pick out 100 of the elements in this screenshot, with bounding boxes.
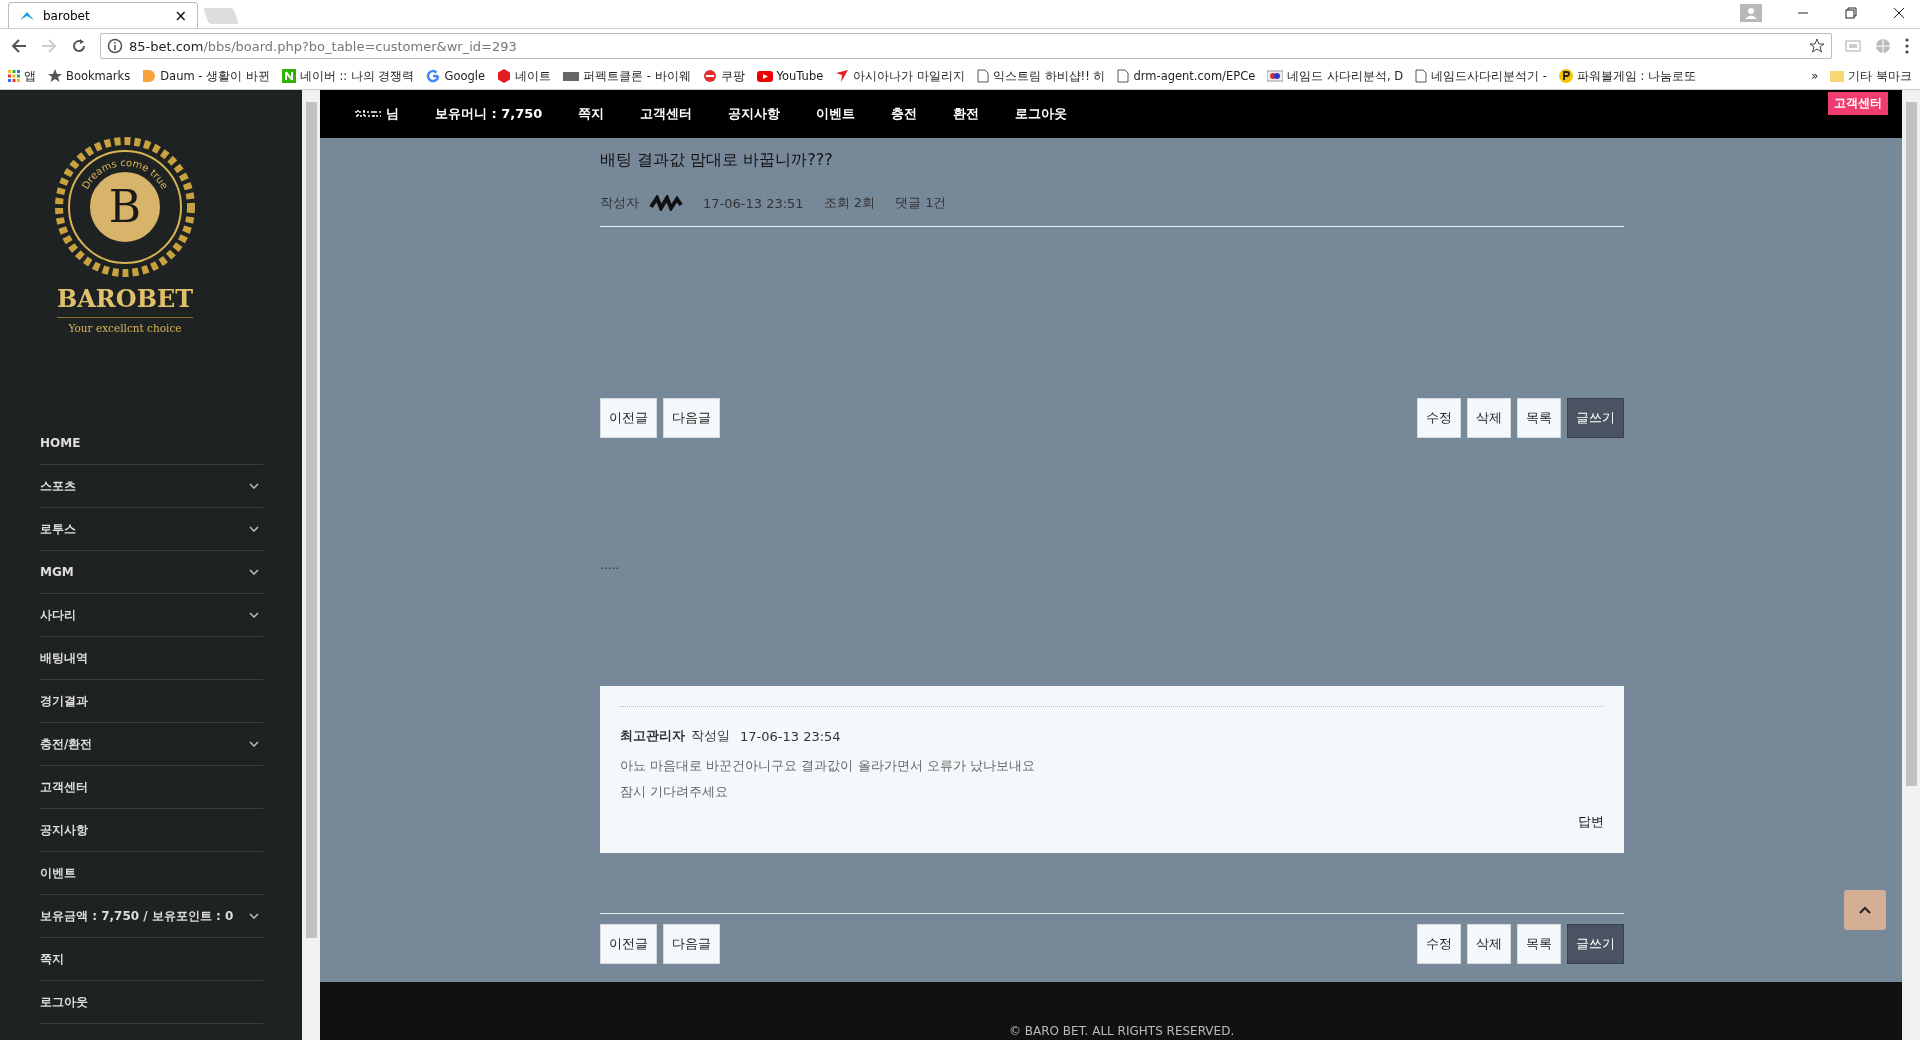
sidebar-item[interactable]: 사다리 xyxy=(40,594,263,637)
sidebar-item[interactable]: MGM xyxy=(40,551,263,594)
scroll-top-button[interactable] xyxy=(1844,890,1886,930)
nav-link[interactable]: 환전 xyxy=(953,105,980,124)
restore-icon[interactable] xyxy=(1844,6,1858,20)
flag-icon xyxy=(1267,70,1284,82)
comment-count: 댓글 1건 xyxy=(895,194,947,213)
cast-icon[interactable] xyxy=(1844,37,1862,55)
sidebar-item[interactable]: 경기결과 xyxy=(40,680,263,723)
post-date: 17-06-13 23:51 xyxy=(703,195,804,211)
bookmark[interactable]: 네이트 xyxy=(497,68,552,84)
apps-grid-icon xyxy=(8,70,20,82)
sidebar-item[interactable]: 배팅내역 xyxy=(40,637,263,680)
more-bookmarks-button[interactable]: » xyxy=(1811,69,1819,83)
bookmark[interactable]: 익스트림 하비샵!! 히 xyxy=(976,68,1106,84)
wing-icon xyxy=(835,69,850,83)
action-button[interactable]: 목록 xyxy=(1517,924,1561,965)
star-icon[interactable] xyxy=(1809,38,1825,54)
comment-author: 최고관리자 xyxy=(620,727,685,746)
action-button[interactable]: 수정 xyxy=(1417,924,1461,965)
bookmark[interactable]: 앱 xyxy=(8,68,36,84)
p-coin-icon xyxy=(1558,69,1573,83)
copyright-text: © BARO BET. ALL RIGHTS RESERVED. xyxy=(1009,1024,1235,1038)
bookmark[interactable]: YouTube xyxy=(756,69,824,83)
back-icon[interactable] xyxy=(10,37,28,55)
google-g-icon xyxy=(426,69,441,83)
sidebar-item[interactable]: 충전/환전 xyxy=(40,723,263,766)
play-icon xyxy=(756,70,773,82)
bookmark[interactable]: Google xyxy=(426,69,486,83)
reply-link[interactable]: 답변 xyxy=(1578,813,1604,832)
nav-link[interactable]: 공지사항 xyxy=(728,105,781,124)
comment-text: 잠시 기다려주세요 xyxy=(620,783,730,802)
user-suffix: 님 xyxy=(386,105,399,124)
nav-button[interactable]: 다음글 xyxy=(663,398,720,439)
page-icon xyxy=(1117,69,1130,83)
n-square-icon xyxy=(281,69,296,83)
star-icon xyxy=(48,69,62,83)
comment-text: 아뇨 마음대로 바꾼건아니구요 결과값이 올라가면서 오류가 났나보내요 xyxy=(620,757,1036,776)
bookmark[interactable]: 네임드사다리분석기 - xyxy=(1415,68,1547,84)
nav-button[interactable]: 이전글 xyxy=(600,398,657,439)
redaction-mark xyxy=(649,195,683,212)
nav-button[interactable]: 이전글 xyxy=(600,924,657,965)
other-bookmarks-folder[interactable]: 기타 북마크 xyxy=(1830,68,1912,84)
nav-link[interactable]: 쪽지 xyxy=(578,105,605,124)
logo-wordmark: BAROBET xyxy=(56,284,194,318)
bookmark[interactable]: 네임드 사다리분석, D xyxy=(1267,68,1404,84)
keyboard-icon xyxy=(563,70,580,82)
date-label: 작성일 xyxy=(691,727,730,746)
menu-icon[interactable] xyxy=(1904,37,1910,55)
logo-tagline: Your excellcnt choice xyxy=(68,322,182,334)
bookmark[interactable]: 파워볼게임 : 나눔로또 xyxy=(1558,68,1697,84)
d-shape-icon xyxy=(142,69,157,83)
scrollbar[interactable] xyxy=(1902,90,1920,1040)
nav-link[interactable]: 고객센터 xyxy=(640,105,693,124)
customer-center-badge[interactable]: 고객센터 xyxy=(1828,92,1888,115)
post-body: ..... xyxy=(600,558,621,573)
chevron-up-icon xyxy=(1859,906,1871,914)
comment-date: 17-06-13 23:54 xyxy=(740,728,841,744)
profile-icon[interactable] xyxy=(1740,4,1762,22)
no-entry-icon xyxy=(702,69,717,83)
address-bar[interactable]: 85-bet.com/bbs/board.php?bo_table=customer&wr_id=293 xyxy=(100,33,1832,59)
reload-icon[interactable] xyxy=(70,37,88,55)
nav-link[interactable]: 충전 xyxy=(891,105,918,124)
bookmark[interactable]: Bookmarks xyxy=(48,69,131,83)
action-button[interactable]: 수정 xyxy=(1417,398,1461,439)
bookmark[interactable]: 퍼펙트클론 - 바이웨 xyxy=(563,68,691,84)
action-button[interactable]: 목록 xyxy=(1517,398,1561,439)
sidebar-item[interactable]: 쪽지 xyxy=(40,938,263,981)
sidebar-item[interactable]: HOME xyxy=(40,422,263,465)
action-button[interactable]: 삭제 xyxy=(1467,924,1511,965)
scrollbar[interactable] xyxy=(302,90,320,1040)
action-button[interactable]: 삭제 xyxy=(1467,398,1511,439)
forward-icon[interactable] xyxy=(40,37,58,55)
globe-icon[interactable] xyxy=(1874,37,1892,55)
sidebar-item[interactable]: 로투스 xyxy=(40,508,263,551)
close-tab-button[interactable]: × xyxy=(174,6,187,25)
new-tab-button[interactable] xyxy=(203,8,239,24)
bookmark[interactable]: 아시아나가 마일리지 xyxy=(835,68,965,84)
sidebar-item[interactable]: 로그아웃 xyxy=(40,981,263,1024)
nav-link[interactable]: 보유머니 : 7,750 xyxy=(435,105,543,124)
folder-icon xyxy=(1830,70,1845,82)
bookmark[interactable]: Daum - 생활이 바뀐 xyxy=(142,68,270,84)
action-button[interactable]: 글쓰기 xyxy=(1567,398,1624,439)
bookmark[interactable]: 쿠팡 xyxy=(702,68,745,84)
sidebar-item[interactable]: 고객센터 xyxy=(40,766,263,809)
url-text: 85-bet.com/bbs/board.php?bo_table=customer&wr_id=293 xyxy=(129,38,517,54)
sidebar-item[interactable]: 보유금액 : 7,750 / 보유포인트 : 0 xyxy=(40,895,263,938)
page-icon xyxy=(976,69,989,83)
page-icon xyxy=(1415,69,1428,83)
hexagon-icon xyxy=(497,69,512,83)
sidebar-item[interactable]: 이벤트 xyxy=(40,852,263,895)
bookmark[interactable]: 네이버 :: 나의 경쟁력 xyxy=(281,68,415,84)
sidebar-item[interactable]: 공지사항 xyxy=(40,809,263,852)
nav-button[interactable]: 다음글 xyxy=(663,924,720,965)
sidebar-item[interactable]: 스포츠 xyxy=(40,465,263,508)
bookmark[interactable]: drm-agent.com/EPCe xyxy=(1117,69,1256,83)
action-button[interactable]: 글쓰기 xyxy=(1567,924,1624,965)
close-icon[interactable] xyxy=(1892,6,1906,20)
nav-link[interactable]: 로그아웃 xyxy=(1015,105,1068,124)
nav-link[interactable]: 이벤트 xyxy=(816,105,856,124)
